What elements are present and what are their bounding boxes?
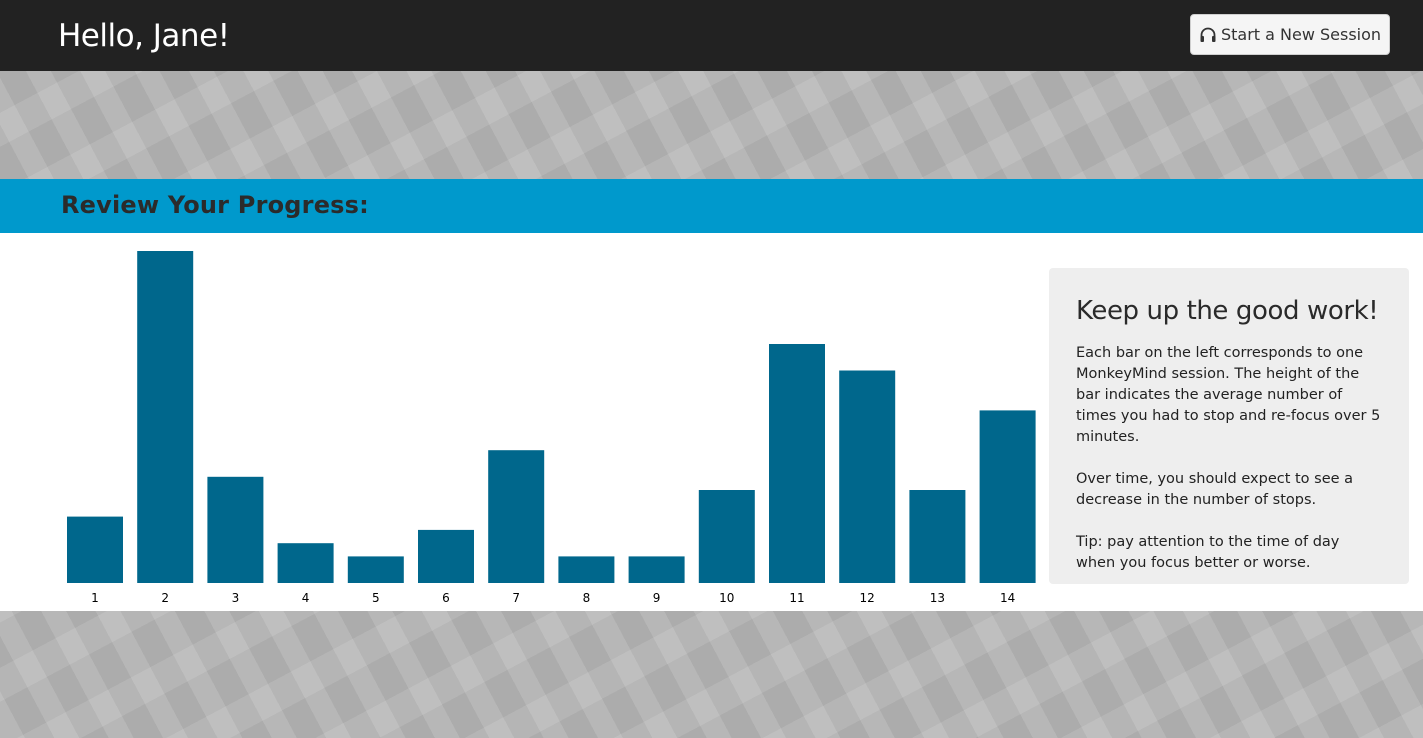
x-tick-label: 2 [161,591,169,605]
chart-bar [488,450,545,583]
chart-bar [137,251,194,583]
x-tick-label: 11 [789,591,804,605]
progress-panel: 1 2 3 4 5 6 7 8 9 10 11 12 13 14 Keep up the good wor… [0,233,1423,611]
headphones-icon [1199,26,1217,44]
chart-bar [909,490,966,583]
x-tick-label: 12 [860,591,875,605]
top-navbar: Hello, Jane! Start a New Session [0,0,1423,71]
chart-bar [558,556,615,583]
x-tick-label: 1 [91,591,99,605]
x-tick-label: 9 [653,591,661,605]
start-session-label: Start a New Session [1220,25,1382,44]
info-paragraph: Each bar on the left corresponds to one … [1076,345,1381,445]
chart-bar [418,529,474,583]
sessions-bar-chart: 1 2 3 4 5 6 7 8 9 10 11 12 13 14 [67,251,1036,605]
chart-bar [207,476,264,583]
greeting-heading: Hello, Jane! [58,18,230,54]
chart-bar [839,370,896,583]
x-tick-label: 14 [1000,591,1015,605]
x-tick-label: 5 [372,591,380,605]
chart-bar [277,543,334,583]
chart-bar [979,410,1036,583]
chart-bar [698,490,755,583]
x-tick-label: 6 [442,591,450,605]
x-tick-label: 10 [719,591,734,605]
info-paragraph: Tip: pay attention to the time of day wh… [1076,534,1340,571]
chart-bar [347,556,404,583]
x-tick-label: 8 [583,591,591,605]
x-tick-label: 7 [512,591,520,605]
chart-bar [67,516,123,583]
section-title: Review Your Progress: [61,191,369,219]
x-tick-label: 4 [302,591,310,605]
info-title: Keep up the good work! [1076,296,1379,326]
info-card: Keep up the good work! Each bar on the l… [1049,268,1409,584]
info-paragraph: Over time, you should expect to see a de… [1076,471,1354,508]
x-tick-label: 13 [930,591,945,605]
chart-bar [628,556,685,583]
chart-bar [769,344,825,583]
x-tick-label: 3 [232,591,240,605]
start-session-button[interactable]: Start a New Session [1190,14,1390,55]
section-header: Review Your Progress: [0,179,1423,233]
